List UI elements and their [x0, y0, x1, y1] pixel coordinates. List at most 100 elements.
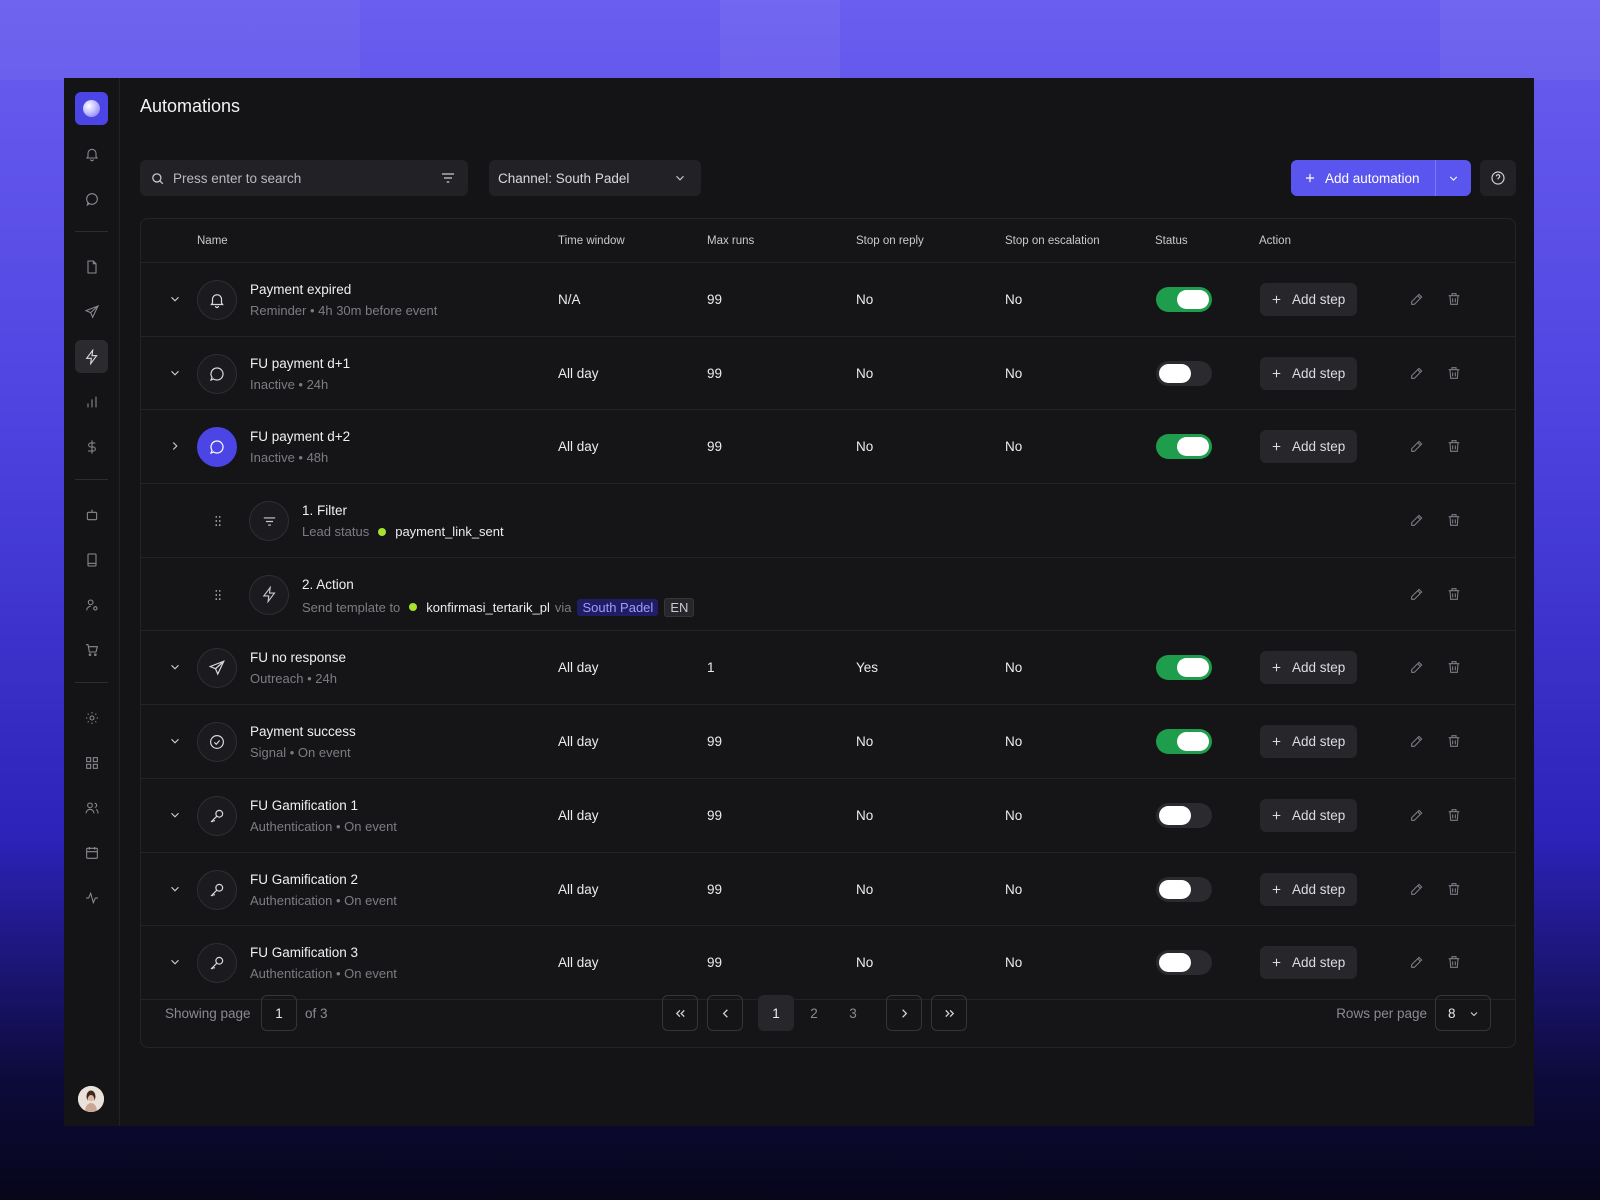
chevron-down-icon[interactable]: [168, 882, 182, 896]
page-button-3[interactable]: 3: [835, 995, 871, 1031]
help-button[interactable]: [1480, 160, 1516, 196]
edit-icon[interactable]: [1409, 586, 1425, 602]
trash-icon[interactable]: [1446, 659, 1462, 675]
status-toggle[interactable]: [1156, 876, 1212, 902]
edit-icon[interactable]: [1409, 365, 1425, 381]
column-header-max-runs[interactable]: Max runs: [707, 235, 754, 247]
step-row[interactable]: 2. Action Send template to konfirmasi_ter…: [141, 557, 1515, 632]
step-title[interactable]: 2. Action: [302, 577, 354, 592]
add-step-button[interactable]: Add step: [1260, 651, 1357, 685]
sidebar-team[interactable]: [75, 791, 108, 824]
trash-icon[interactable]: [1446, 365, 1462, 381]
page-button-1[interactable]: 1: [758, 995, 794, 1031]
last-page-button[interactable]: [931, 995, 967, 1031]
trash-icon[interactable]: [1446, 954, 1462, 970]
sidebar-bots[interactable]: [75, 498, 108, 531]
automation-name[interactable]: FU Gamification 3: [250, 945, 358, 960]
status-toggle[interactable]: [1156, 434, 1212, 460]
status-toggle[interactable]: [1156, 360, 1212, 386]
edit-icon[interactable]: [1409, 438, 1425, 454]
sidebar-apps[interactable]: [75, 746, 108, 779]
sidebar-notifications[interactable]: [75, 137, 108, 170]
drag-handle-icon[interactable]: [211, 512, 225, 530]
table-row[interactable]: FU Gamification 2 Authentication • On ev…: [141, 853, 1515, 927]
table-row[interactable]: Payment success Signal • On event All da…: [141, 705, 1515, 779]
trash-icon[interactable]: [1446, 807, 1462, 823]
trash-icon[interactable]: [1446, 512, 1462, 528]
sidebar-calendar[interactable]: [75, 836, 108, 869]
previous-page-button[interactable]: [707, 995, 743, 1031]
step-row[interactable]: 1. Filter Lead status payment_link_sent: [141, 484, 1515, 558]
sidebar-billing[interactable]: [75, 430, 108, 463]
automation-name[interactable]: Payment expired: [250, 282, 351, 297]
column-header-time-window[interactable]: Time window: [558, 235, 625, 247]
edit-icon[interactable]: [1409, 659, 1425, 675]
page-number-input[interactable]: 1: [261, 995, 297, 1031]
avatar[interactable]: [78, 1086, 104, 1112]
table-row[interactable]: FU Gamification 1 Authentication • On ev…: [141, 779, 1515, 853]
automation-name[interactable]: FU payment d+2: [250, 429, 350, 444]
add-step-button[interactable]: Add step: [1260, 430, 1357, 464]
edit-icon[interactable]: [1409, 291, 1425, 307]
add-automation-main[interactable]: Add automation: [1291, 160, 1435, 196]
trash-icon[interactable]: [1446, 438, 1462, 454]
search-input[interactable]: Press enter to search: [140, 160, 468, 196]
sidebar-knowledge[interactable]: [75, 543, 108, 576]
automation-name[interactable]: FU payment d+1: [250, 356, 350, 371]
chevron-down-icon[interactable]: [168, 366, 182, 380]
next-page-button[interactable]: [886, 995, 922, 1031]
edit-icon[interactable]: [1409, 881, 1425, 897]
add-step-button[interactable]: Add step: [1260, 872, 1357, 906]
add-automation-button[interactable]: Add automation: [1291, 160, 1471, 196]
sidebar-messages[interactable]: [75, 182, 108, 215]
add-step-button[interactable]: Add step: [1260, 798, 1357, 832]
sidebar-documents[interactable]: [75, 250, 108, 283]
app-logo[interactable]: [75, 92, 108, 125]
status-toggle[interactable]: [1156, 950, 1212, 976]
sidebar-contacts[interactable]: [75, 588, 108, 621]
filter-icon[interactable]: [440, 170, 456, 186]
table-row[interactable]: FU no response Outreach • 24h All day 1 …: [141, 631, 1515, 706]
sidebar-settings[interactable]: [75, 701, 108, 734]
chevron-down-icon[interactable]: [168, 660, 182, 674]
chevron-right-icon[interactable]: [168, 439, 182, 453]
table-row[interactable]: FU payment d+1 Inactive • 24h All day 99…: [141, 337, 1515, 411]
automation-name[interactable]: FU Gamification 2: [250, 872, 358, 887]
sidebar-analytics[interactable]: [75, 385, 108, 418]
chevron-down-icon[interactable]: [168, 734, 182, 748]
edit-icon[interactable]: [1409, 512, 1425, 528]
status-toggle[interactable]: [1156, 287, 1212, 312]
column-header-status[interactable]: Status: [1155, 235, 1188, 247]
trash-icon[interactable]: [1446, 586, 1462, 602]
automation-name[interactable]: FU Gamification 1: [250, 798, 358, 813]
automation-name[interactable]: FU no response: [250, 650, 346, 665]
status-toggle[interactable]: [1156, 802, 1212, 828]
sidebar-automations[interactable]: [75, 340, 108, 373]
trash-icon[interactable]: [1446, 291, 1462, 307]
table-row[interactable]: Payment expired Reminder • 4h 30m before…: [141, 263, 1515, 337]
sidebar-commerce[interactable]: [75, 633, 108, 666]
sidebar-campaigns[interactable]: [75, 295, 108, 328]
add-automation-dropdown[interactable]: [1436, 172, 1471, 185]
add-step-button[interactable]: Add step: [1260, 283, 1357, 316]
step-title[interactable]: 1. Filter: [302, 503, 347, 518]
trash-icon[interactable]: [1446, 733, 1462, 749]
rows-per-page-select[interactable]: 8: [1435, 995, 1491, 1031]
add-step-button[interactable]: Add step: [1260, 725, 1357, 759]
add-step-button[interactable]: Add step: [1260, 356, 1357, 390]
column-header-name[interactable]: Name: [197, 235, 228, 247]
channel-select[interactable]: Channel: South Padel: [489, 160, 701, 196]
first-page-button[interactable]: [662, 995, 698, 1031]
sidebar-activity[interactable]: [75, 881, 108, 914]
column-header-stop-on-reply[interactable]: Stop on reply: [856, 235, 924, 247]
add-step-button[interactable]: Add step: [1260, 946, 1357, 980]
chevron-down-icon[interactable]: [168, 955, 182, 969]
page-button-2[interactable]: 2: [796, 995, 832, 1031]
automation-name[interactable]: Payment success: [250, 724, 356, 739]
status-toggle[interactable]: [1156, 729, 1212, 755]
drag-handle-icon[interactable]: [211, 586, 225, 604]
column-header-stop-on-escalation[interactable]: Stop on escalation: [1005, 235, 1100, 247]
edit-icon[interactable]: [1409, 733, 1425, 749]
table-row[interactable]: FU payment d+2 Inactive • 48h All day 99…: [141, 410, 1515, 485]
edit-icon[interactable]: [1409, 954, 1425, 970]
